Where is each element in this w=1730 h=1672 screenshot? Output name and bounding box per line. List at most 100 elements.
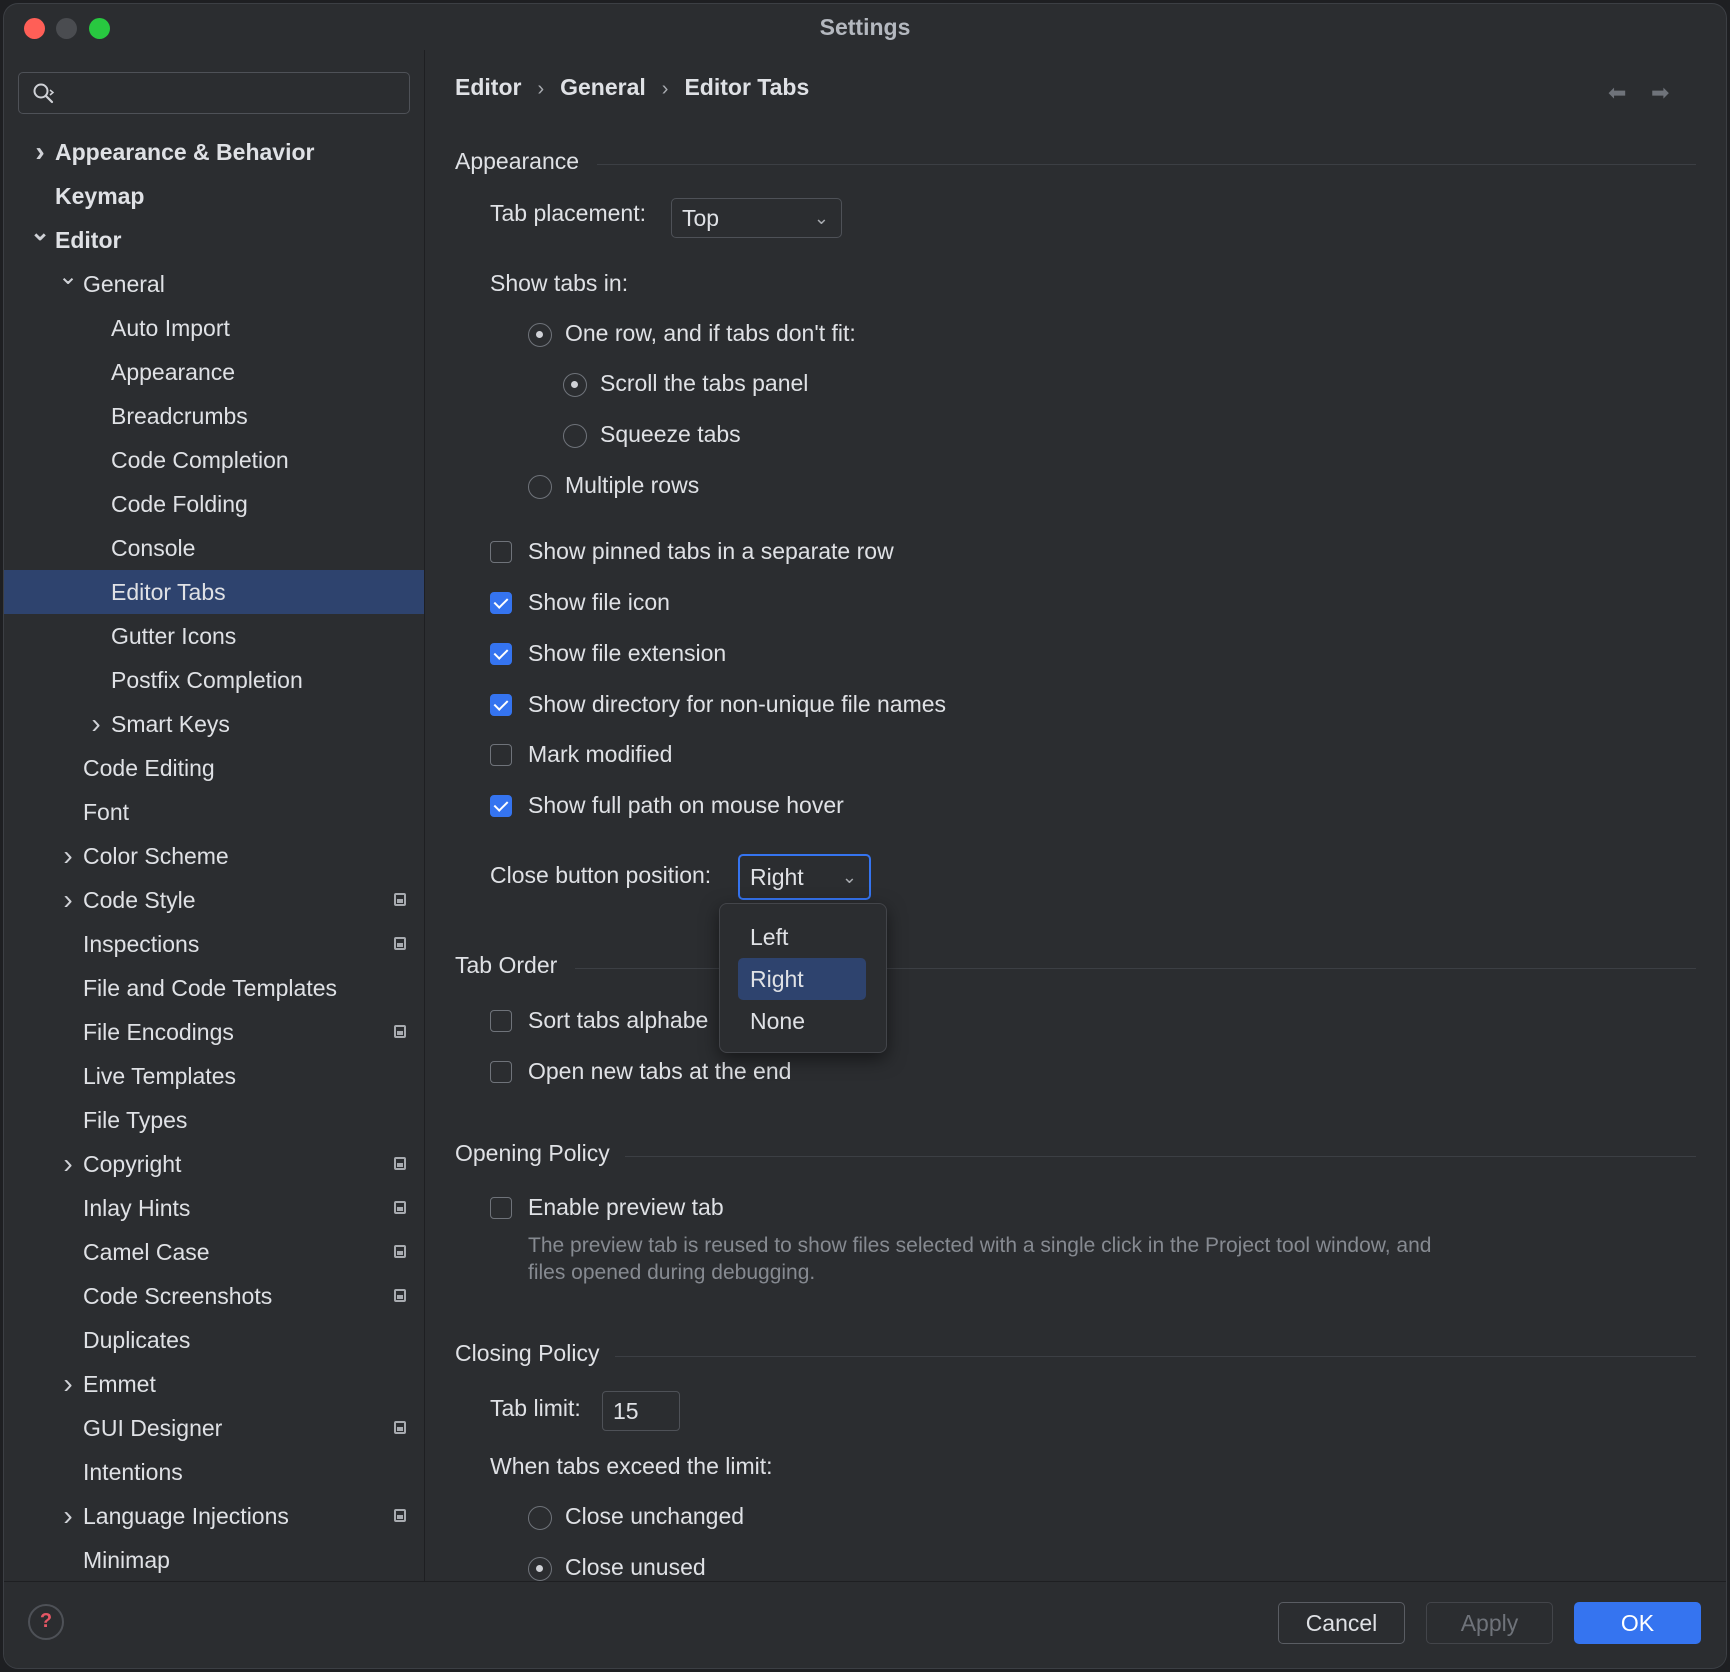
section-title-tab-order: Tab Order (455, 952, 558, 978)
show-directory-checkbox[interactable] (490, 694, 512, 716)
sidebar-item-label: Live Templates (83, 1063, 236, 1089)
sidebar-item[interactable]: File Encodings (4, 1010, 424, 1054)
sidebar-item[interactable]: Postfix Completion (4, 658, 424, 702)
tab-placement-dropdown[interactable]: Top ⌄ (671, 198, 842, 238)
sidebar-item[interactable]: › Color Scheme (4, 834, 424, 878)
mark-modified-checkbox[interactable] (490, 744, 512, 766)
breadcrumb: Editor › General › Editor Tabs (455, 74, 809, 101)
tab-limit-input[interactable]: 15 (602, 1391, 680, 1431)
sidebar-item[interactable]: Code Screenshots (4, 1274, 424, 1318)
popup-option-left[interactable]: Left (738, 916, 866, 958)
sidebar-item[interactable]: Breadcrumbs (4, 394, 424, 438)
chevron-right-icon[interactable]: › (58, 1494, 78, 1538)
show-file-extension-checkbox[interactable] (490, 643, 512, 665)
sidebar-item[interactable]: › Appearance & Behavior (4, 130, 424, 174)
close-button-position-dropdown[interactable]: Right ⌄ (738, 854, 871, 900)
sidebar-item[interactable]: Inlay Hints (4, 1186, 424, 1230)
sidebar-item-label: Keymap (55, 183, 145, 209)
open-at-end-checkbox[interactable] (490, 1061, 512, 1083)
sidebar-item[interactable]: › Code Style (4, 878, 424, 922)
sidebar-item[interactable]: Code Editing (4, 746, 424, 790)
sidebar-item[interactable]: Auto Import (4, 306, 424, 350)
sidebar-item[interactable]: File and Code Templates (4, 966, 424, 1010)
sidebar-item-label: Auto Import (111, 315, 230, 341)
chevron-right-icon[interactable]: › (58, 1142, 78, 1186)
sidebar-item[interactable]: Camel Case (4, 1230, 424, 1274)
breadcrumb-item[interactable]: General (560, 74, 646, 101)
close-unchanged-radio[interactable] (528, 1506, 552, 1530)
chevron-right-icon[interactable]: › (58, 834, 78, 878)
section-title-appearance: Appearance (455, 148, 580, 174)
sidebar-item[interactable]: › Smart Keys (4, 702, 424, 746)
settings-search[interactable] (18, 72, 410, 114)
sidebar-item[interactable]: Editor Tabs (4, 570, 424, 614)
sidebar-item[interactable]: Gutter Icons (4, 614, 424, 658)
close-unused-radio[interactable] (528, 1557, 552, 1581)
sidebar-item-label: General (83, 271, 165, 297)
section-divider (625, 1156, 1696, 1157)
apply-button[interactable]: Apply (1426, 1602, 1553, 1644)
squeeze-tabs-label: Squeeze tabs (600, 421, 741, 447)
chevron-right-icon[interactable]: › (86, 702, 106, 746)
preview-tab-hint: The preview tab is reused to show files … (528, 1232, 1528, 1286)
breadcrumb-item: Editor Tabs (684, 74, 810, 100)
popup-option-right[interactable]: Right (738, 958, 866, 1000)
show-directory-label: Show directory for non-unique file names (528, 691, 947, 717)
sidebar-item-label: Editor Tabs (111, 579, 226, 605)
section-title-closing-policy: Closing Policy (455, 1340, 600, 1366)
popup-option-none[interactable]: None (738, 1000, 866, 1042)
sidebar-item[interactable]: Code Completion (4, 438, 424, 482)
multiple-rows-radio[interactable] (528, 475, 552, 499)
sidebar-item[interactable]: › Copyright (4, 1142, 424, 1186)
sidebar-item[interactable]: › Emmet (4, 1362, 424, 1406)
sidebar-item[interactable]: Intentions (4, 1450, 424, 1494)
one-row-label: One row, and if tabs don't fit: (565, 320, 856, 346)
sidebar-item[interactable]: Keymap (4, 174, 424, 218)
sidebar-item[interactable]: ⌄ General (4, 262, 424, 306)
show-full-path-checkbox[interactable] (490, 795, 512, 817)
sidebar-item[interactable]: File Types (4, 1098, 424, 1142)
sidebar-item[interactable]: Code Folding (4, 482, 424, 526)
sidebar-item-label: Intentions (83, 1459, 183, 1485)
sidebar-item[interactable]: Duplicates (4, 1318, 424, 1362)
sidebar-item[interactable]: › Language Injections (4, 1494, 424, 1538)
scroll-tabs-radio[interactable] (563, 373, 587, 397)
pinned-separate-checkbox[interactable] (490, 541, 512, 563)
search-input[interactable] (63, 79, 397, 107)
help-icon[interactable] (28, 1604, 64, 1640)
dialog-footer: Cancel Apply OK (4, 1581, 1726, 1668)
sidebar-item[interactable]: Console (4, 526, 424, 570)
sidebar-item-label: Code Screenshots (83, 1283, 273, 1309)
sidebar-item[interactable]: Font (4, 790, 424, 834)
sidebar-item[interactable]: Live Templates (4, 1054, 424, 1098)
chevron-down-icon[interactable]: ⌄ (58, 262, 78, 306)
ok-button[interactable]: OK (1574, 1602, 1701, 1644)
squeeze-tabs-radio[interactable] (563, 424, 587, 448)
breadcrumb-item[interactable]: Editor (455, 74, 521, 101)
scroll-tabs-label: Scroll the tabs panel (600, 370, 809, 396)
show-file-icon-checkbox[interactable] (490, 592, 512, 614)
sidebar-item[interactable]: ⌄ Editor (4, 218, 424, 262)
sidebar-item[interactable]: Minimap (4, 1538, 424, 1582)
back-arrow-icon[interactable]: ⬅ (1608, 80, 1626, 106)
cancel-button[interactable]: Cancel (1278, 1602, 1405, 1644)
sidebar-item-label: Console (111, 535, 196, 561)
sidebar-item[interactable]: Appearance (4, 350, 424, 394)
settings-window: Settings › Appearance & Behavior Keymap ⌄ Ed… (4, 4, 1726, 1668)
chevron-down-icon[interactable]: ⌄ (30, 218, 50, 262)
show-tabs-in-label: Show tabs in: (490, 270, 629, 296)
breadcrumb-separator-icon: › (661, 78, 669, 100)
chevron-right-icon[interactable]: › (30, 130, 50, 174)
one-row-radio[interactable] (528, 323, 552, 347)
preview-tab-checkbox[interactable] (490, 1197, 512, 1219)
sidebar-item-label: GUI Designer (83, 1415, 223, 1441)
sidebar-item-label: Inspections (83, 931, 200, 957)
sidebar-item[interactable]: GUI Designer (4, 1406, 424, 1450)
project-level-icon (394, 1509, 406, 1522)
sidebar-item-label: Language Injections (83, 1503, 289, 1529)
sort-alpha-checkbox[interactable] (490, 1010, 512, 1032)
forward-arrow-icon[interactable]: ➡ (1651, 80, 1669, 106)
chevron-right-icon[interactable]: › (58, 878, 78, 922)
chevron-right-icon[interactable]: › (58, 1362, 78, 1406)
sidebar-item[interactable]: Inspections (4, 922, 424, 966)
